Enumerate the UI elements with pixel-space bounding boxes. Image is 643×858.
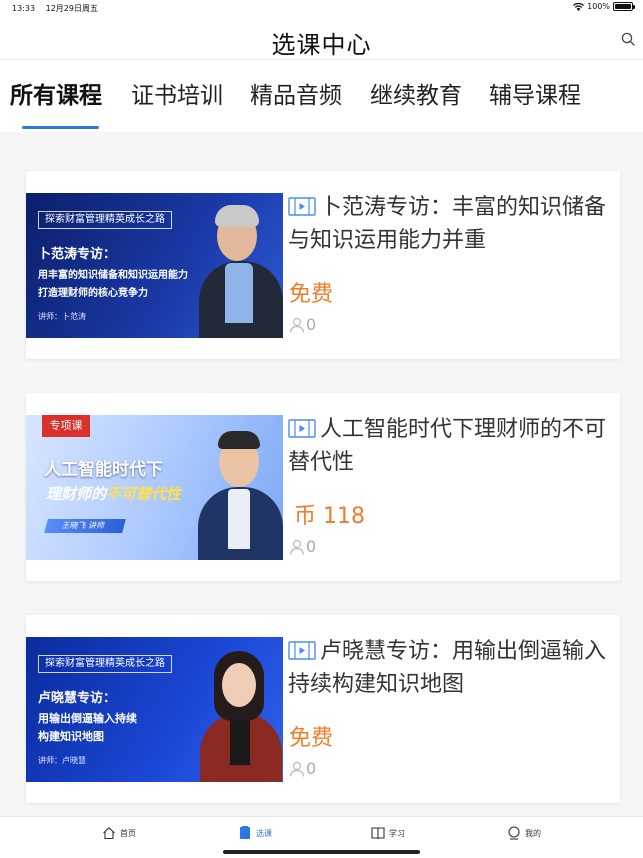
battery-icon	[613, 2, 635, 11]
thumbnail-banner: 探索财富管理精英成长之路	[38, 211, 172, 229]
person-icon	[289, 539, 305, 555]
learner-count: 0	[289, 537, 316, 556]
course-thumbnail: 专项课 人工智能时代下 理财师的不可替代性 王晓飞 讲师	[26, 415, 283, 560]
thumbnail-headline: 卢晓慧专访：	[38, 691, 117, 706]
course-select-icon	[240, 826, 250, 839]
thumbnail-lecturer: 王晓飞 讲师	[44, 519, 126, 533]
profile-icon	[508, 826, 520, 840]
thumbnail-line: 构建知识地图	[38, 730, 104, 743]
thumbnail-line-part: 理财师的	[46, 485, 107, 503]
course-thumbnail: 探索财富管理精英成长之路 卢晓慧专访： 用输出倒逼输入持续 构建知识地图 讲师：…	[26, 637, 283, 782]
course-card[interactable]: 专项课 人工智能时代下 理财师的不可替代性 王晓飞 讲师 人工智能时代下理财师的…	[26, 393, 620, 581]
thumbnail-line: 用丰富的知识储备和知识运用能力	[38, 270, 188, 281]
status-bar: 13:33 12月29日周五 100%	[0, 0, 643, 16]
video-icon	[288, 419, 316, 438]
tab-premium-audio[interactable]: 精品音频	[250, 76, 342, 110]
bottom-tab-label: 选课	[256, 828, 272, 838]
video-icon	[288, 641, 316, 660]
page-title: 选课中心	[271, 31, 372, 59]
thumbnail-headline: 人工智能时代下	[44, 460, 163, 480]
search-icon[interactable]	[621, 32, 635, 46]
bottom-tab-label: 首页	[120, 828, 136, 838]
lecturer-portrait	[191, 193, 283, 338]
course-title[interactable]: 卢晓慧专访：用输出倒逼输入持续构建知识地图	[288, 635, 608, 701]
lecturer-portrait	[194, 637, 283, 782]
course-title-text: 人工智能时代下理财师的不可替代性	[288, 417, 607, 475]
bottom-tab-home[interactable]: 首页	[102, 826, 136, 840]
thumbnail-line: 用输出倒逼输入持续	[38, 712, 137, 725]
category-tabs: 所有课程 证书培训 精品音频 继续教育 辅导课程	[0, 60, 643, 132]
course-price: 免费	[289, 282, 334, 307]
course-title-text: 卜范涛专访：丰富的知识储备与知识运用能力并重	[288, 195, 607, 253]
learner-count: 0	[289, 759, 316, 778]
course-price: 币 118	[294, 504, 365, 529]
tab-tutoring-courses[interactable]: 辅导课程	[489, 76, 581, 110]
thumbnail-banner: 探索财富管理精英成长之路	[38, 655, 172, 673]
bottom-tab-profile[interactable]: 我的	[507, 826, 541, 840]
course-card[interactable]: 探索财富管理精英成长之路 卜范涛专访： 用丰富的知识储备和知识运用能力 打造理财…	[26, 171, 620, 359]
video-icon	[288, 197, 316, 216]
course-title-text: 卢晓慧专访：用输出倒逼输入持续构建知识地图	[288, 639, 607, 697]
bottom-tab-label: 我的	[525, 828, 541, 838]
course-title[interactable]: 人工智能时代下理财师的不可替代性	[288, 413, 608, 479]
tab-all-courses[interactable]: 所有课程	[10, 76, 102, 110]
thumbnail-line-highlight: 不可替代性	[106, 485, 182, 503]
person-icon	[289, 761, 305, 777]
active-tab-indicator	[22, 126, 99, 129]
course-thumbnail: 探索财富管理精英成长之路 卜范涛专访： 用丰富的知识储备和知识运用能力 打造理财…	[26, 193, 283, 338]
status-date: 12月29日周五	[45, 4, 98, 13]
learner-count: 0	[289, 315, 316, 334]
book-icon	[371, 827, 385, 840]
bottom-tab-course-select[interactable]: 选课	[238, 826, 272, 840]
tab-certificate-training[interactable]: 证书培训	[131, 76, 223, 110]
thumbnail-badge: 专项课	[42, 415, 90, 437]
course-card[interactable]: 探索财富管理精英成长之路 卢晓慧专访： 用输出倒逼输入持续 构建知识地图 讲师：…	[26, 615, 620, 803]
person-icon	[289, 317, 305, 333]
status-time: 13:33	[12, 4, 36, 13]
thumbnail-line: 打造理财师的核心竞争力	[38, 288, 148, 299]
learner-count-value: 0	[306, 759, 317, 778]
learner-count-value: 0	[306, 315, 317, 334]
bottom-tab-label: 学习	[389, 828, 405, 838]
thumbnail-headline: 卜范涛专访：	[38, 247, 117, 262]
tab-continuing-education[interactable]: 继续教育	[370, 76, 462, 110]
thumbnail-lecturer: 讲师：卜范涛	[38, 312, 86, 321]
home-icon	[103, 827, 115, 840]
bottom-tab-study[interactable]: 学习	[371, 826, 405, 840]
home-indicator	[223, 850, 420, 854]
nav-bar: 选课中心	[0, 16, 643, 60]
thumbnail-line: 理财师的不可替代性	[46, 483, 181, 504]
course-price: 免费	[289, 726, 334, 751]
thumbnail-lecturer: 讲师：卢晓慧	[38, 756, 86, 765]
battery-percent: 100%	[587, 2, 610, 11]
lecturer-portrait	[194, 415, 283, 560]
bottom-tab-bar: 首页 选课 学习 我的	[0, 816, 643, 858]
course-title[interactable]: 卜范涛专访：丰富的知识储备与知识运用能力并重	[288, 191, 608, 257]
learner-count-value: 0	[306, 537, 317, 556]
wifi-icon	[573, 2, 585, 11]
